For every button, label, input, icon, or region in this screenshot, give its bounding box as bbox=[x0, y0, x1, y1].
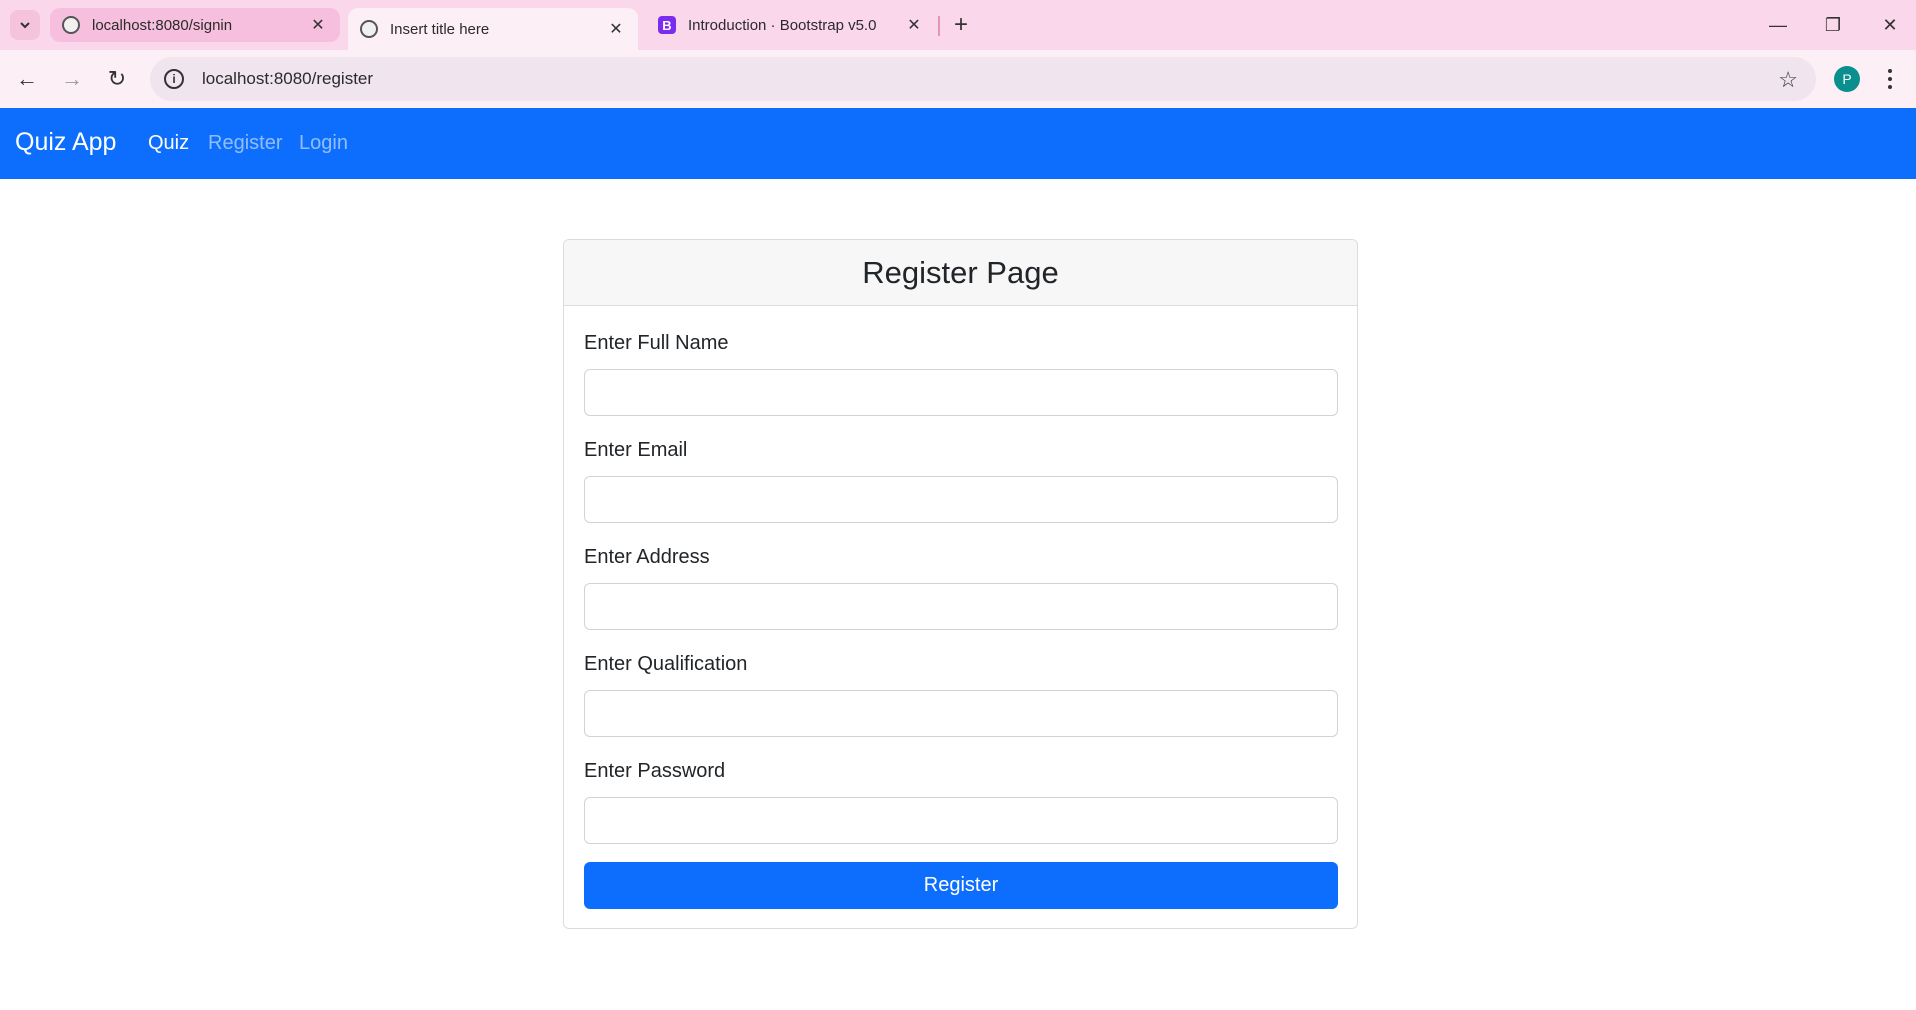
reload-button[interactable]: ↻ bbox=[100, 62, 134, 96]
globe-icon bbox=[360, 20, 378, 38]
full-name-input[interactable] bbox=[584, 369, 1338, 416]
close-icon[interactable]: ✕ bbox=[606, 19, 626, 39]
nav-link-login[interactable]: Login bbox=[299, 132, 348, 155]
password-input[interactable] bbox=[584, 797, 1338, 844]
close-icon[interactable]: ✕ bbox=[904, 15, 924, 35]
address-bar[interactable]: i localhost:8080/register ☆ bbox=[150, 57, 1816, 101]
tab-signin[interactable]: localhost:8080/signin ✕ bbox=[50, 8, 340, 42]
globe-icon bbox=[62, 16, 80, 34]
register-card: Register Page Enter Full Name Enter Emai… bbox=[563, 239, 1358, 929]
close-icon[interactable]: ✕ bbox=[308, 15, 328, 35]
url-text[interactable]: localhost:8080/register bbox=[202, 69, 373, 89]
profile-avatar[interactable]: P bbox=[1834, 66, 1860, 92]
close-window-button[interactable]: ✕ bbox=[1870, 8, 1910, 42]
password-label: Enter Password bbox=[584, 760, 726, 782]
email-input[interactable] bbox=[584, 476, 1338, 523]
browser-menu-icon[interactable] bbox=[1880, 64, 1900, 94]
card-title: Register Page bbox=[564, 240, 1357, 306]
qualification-label: Enter Qualification bbox=[584, 653, 748, 675]
tab-register-active[interactable]: Insert title here ✕ bbox=[348, 8, 638, 50]
qualification-field: Enter Qualification bbox=[584, 653, 1338, 737]
tab-bootstrap[interactable]: B Introduction · Bootstrap v5.0 ✕ bbox=[646, 8, 936, 42]
full-name-field: Enter Full Name bbox=[584, 332, 1338, 416]
minimize-button[interactable]: — bbox=[1758, 8, 1798, 42]
bookmark-star-icon[interactable]: ☆ bbox=[1778, 67, 1798, 93]
password-field: Enter Password bbox=[584, 760, 1338, 844]
forward-button[interactable]: → bbox=[55, 62, 89, 96]
bootstrap-icon: B bbox=[658, 16, 676, 34]
nav-link-quiz[interactable]: Quiz bbox=[148, 132, 189, 155]
qualification-input[interactable] bbox=[584, 690, 1338, 737]
browser-toolbar: ← → ↻ i localhost:8080/register ☆ P bbox=[0, 50, 1916, 108]
back-button[interactable]: ← bbox=[10, 62, 44, 96]
site-info-icon[interactable]: i bbox=[164, 69, 184, 89]
email-field: Enter Email bbox=[584, 439, 1338, 523]
register-button[interactable]: Register bbox=[584, 862, 1338, 909]
tab-title: Introduction · Bootstrap v5.0 bbox=[688, 16, 877, 34]
full-name-label: Enter Full Name bbox=[584, 332, 729, 354]
address-input[interactable] bbox=[584, 583, 1338, 630]
email-label: Enter Email bbox=[584, 439, 688, 461]
chevron-down-icon bbox=[20, 22, 30, 29]
nav-link-register[interactable]: Register bbox=[208, 132, 282, 155]
tab-separator bbox=[938, 16, 940, 36]
tab-title: localhost:8080/signin bbox=[92, 16, 233, 34]
tab-title: Insert title here bbox=[390, 20, 490, 38]
address-field: Enter Address bbox=[584, 546, 1338, 630]
navbar-brand[interactable]: Quiz App bbox=[15, 128, 116, 157]
new-tab-button[interactable]: + bbox=[946, 10, 976, 40]
address-label: Enter Address bbox=[584, 546, 710, 568]
browser-tabstrip: localhost:8080/signin ✕ Insert title her… bbox=[0, 0, 1916, 50]
tab-search-button[interactable] bbox=[10, 10, 40, 40]
app-navbar: Quiz App Quiz Register Login bbox=[0, 108, 1916, 179]
restore-button[interactable]: ❐ bbox=[1813, 8, 1853, 42]
